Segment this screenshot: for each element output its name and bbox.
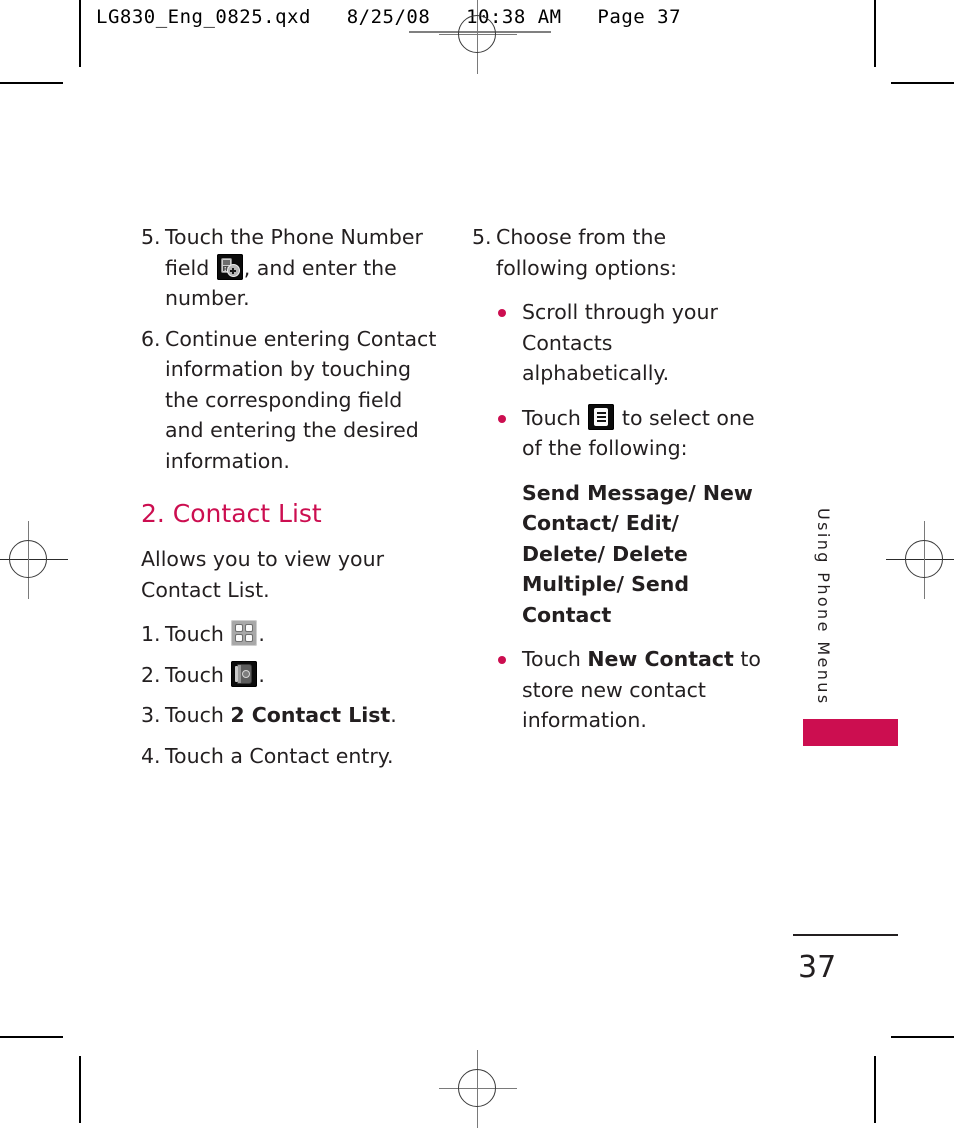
document-shape <box>594 407 609 426</box>
registration-mark-top-icon <box>439 0 517 74</box>
crop-mark-top-right-vertical <box>874 0 876 67</box>
left-step-1-number: 1. <box>141 622 161 646</box>
right-bullet-1-text: Scroll through your Contacts alphabetica… <box>522 300 718 385</box>
grid-cell-2 <box>245 624 254 632</box>
contact-options-list: Send Message/ New Contact/ Edit/ Delete/… <box>522 480 753 627</box>
grid-cell-3 <box>235 634 244 642</box>
left-step-4: 4. Touch a Contact entry. <box>141 741 441 772</box>
registration-mark-circle <box>458 15 496 53</box>
left-step-4-text: Touch a Contact entry. <box>165 743 394 768</box>
list-line-3 <box>596 419 606 422</box>
footer-divider-rule <box>793 934 898 936</box>
right-bullet-3-text-before: Touch <box>522 647 588 671</box>
left-step-1-text-before: Touch <box>165 622 224 646</box>
chapter-side-tab-bar <box>803 719 898 746</box>
left-text-column: 5. Touch the Phone Number field , and en… <box>141 222 441 785</box>
right-bullet-3-bold-text: New Contact <box>587 647 734 671</box>
options-list-icon <box>588 403 615 430</box>
right-step-5-text: Choose from the following options: <box>496 225 678 280</box>
page-section-heading: 2. Contact List <box>141 499 322 528</box>
book-dial-shape <box>242 669 251 678</box>
left-step-6-text: Continue entering Contact information by… <box>165 326 437 473</box>
left-step-1-text-after: . <box>258 622 265 646</box>
left-step-5-number: 5. <box>141 225 161 249</box>
right-bullet-3: Touch New Contact to store new contact i… <box>496 644 762 736</box>
page-number: 37 <box>798 950 837 985</box>
right-bullet-2-text-before: Touch <box>522 405 581 430</box>
book-spine-shape <box>235 665 239 682</box>
crop-mark-top-right-horizontal <box>891 82 954 84</box>
left-step-4-number: 4. <box>141 743 161 768</box>
registration-mark-circle <box>458 1069 496 1107</box>
section-intro-paragraph: Allows you to view your Contact List. <box>141 547 385 602</box>
left-step-2-text-before: Touch <box>165 662 224 687</box>
list-line-2 <box>596 415 606 418</box>
menu-grid-icon <box>231 620 258 646</box>
right-step-5-number: 5. <box>472 225 492 249</box>
registration-mark-circle <box>905 540 943 578</box>
registration-mark-circle <box>9 540 47 578</box>
bullet-dot-icon <box>498 414 506 423</box>
crop-mark-bottom-right-horizontal <box>891 1036 954 1038</box>
crop-mark-top-left-vertical <box>79 0 81 67</box>
crop-mark-bottom-left-vertical <box>79 1056 81 1123</box>
phone-screen-shape <box>222 259 230 265</box>
left-step-6-number: 6. <box>141 326 161 351</box>
left-step-5: 5. Touch the Phone Number field , and en… <box>141 222 441 314</box>
left-step-3-text-before: Touch <box>165 703 231 727</box>
chapter-side-tab-label: Using Phone Menus <box>814 508 833 706</box>
right-text-column: 5. Choose from the following options: Sc… <box>472 222 762 750</box>
grid-cell-4 <box>245 634 254 642</box>
left-step-2-number: 2. <box>141 662 161 687</box>
prepress-header-text: LG830_Eng_0825.qxd 8/25/08 10:38 AM Page… <box>96 6 682 28</box>
bullet-dot-icon <box>498 656 506 664</box>
left-step-6: 6. Continue entering Contact information… <box>141 324 441 477</box>
registration-mark-right-icon <box>886 521 954 599</box>
left-step-3-text-after: . <box>390 703 397 727</box>
left-step-2-text-after: . <box>258 662 265 687</box>
left-step-1: 1. Touch . <box>141 619 441 650</box>
left-step-2: 2. Touch . <box>141 660 441 691</box>
registration-mark-bottom-icon <box>439 1050 517 1128</box>
left-step-3: 3. Touch 2 Contact List. <box>141 700 441 731</box>
registration-mark-left-icon <box>0 521 68 599</box>
right-bullet-1: Scroll through your Contacts alphabetica… <box>496 297 762 389</box>
right-bullet-2: Touch to select one of the following: <box>496 403 762 464</box>
list-line-1 <box>596 411 606 414</box>
add-phone-number-icon <box>216 253 243 280</box>
bullet-dot-icon <box>498 309 506 317</box>
crop-mark-bottom-left-horizontal <box>0 1036 63 1038</box>
contacts-book-icon <box>231 660 258 687</box>
grid-cell-1 <box>235 624 244 632</box>
right-step-5: 5. Choose from the following options: <box>472 222 762 283</box>
crop-mark-bottom-right-vertical <box>874 1056 876 1123</box>
plus-badge-shape <box>226 263 240 277</box>
crop-mark-top-left-horizontal <box>0 82 63 84</box>
left-step-3-number: 3. <box>141 703 161 727</box>
left-step-3-bold-text: 2 Contact List <box>230 703 391 727</box>
